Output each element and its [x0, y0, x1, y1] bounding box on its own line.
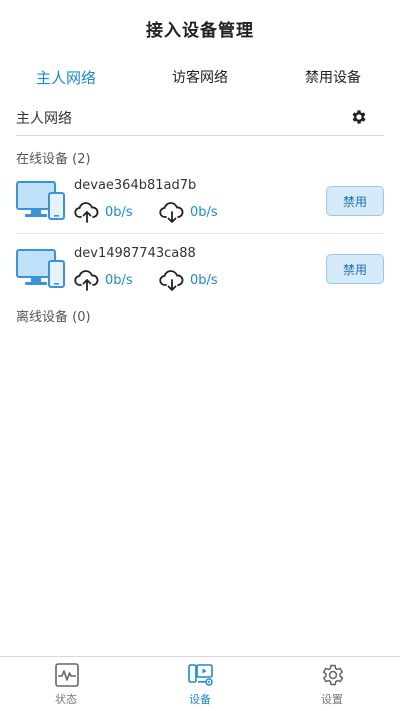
- network-row: 主人网络: [16, 100, 384, 136]
- settings-icon: [322, 664, 344, 686]
- device-row[interactable]: devae364b81ad7b 0b/s 0b/s 禁用: [16, 168, 384, 234]
- network-label: 主人网络: [16, 110, 72, 127]
- bottom-tab-bar: 状态 设备 设置: [0, 656, 400, 711]
- devices-icon: [188, 664, 213, 686]
- device-name: devae364b81ad7b: [74, 178, 197, 193]
- cloud-upload-icon: [74, 270, 99, 291]
- tabbar-label: 状态: [55, 693, 77, 706]
- cloud-download-icon: [159, 270, 184, 291]
- tabbar-item-settings[interactable]: 设置: [282, 657, 382, 711]
- block-device-button[interactable]: 禁用: [326, 186, 384, 216]
- tabbar-label: 设置: [321, 693, 343, 706]
- upload-speed-value: 0b/s: [105, 204, 133, 220]
- upload-speed: 0b/s: [74, 269, 133, 291]
- tabbar-item-devices[interactable]: 设备: [150, 657, 250, 711]
- download-speed-value: 0b/s: [190, 272, 218, 288]
- cloud-download-icon: [159, 202, 184, 223]
- computer-phone-icon: [16, 181, 65, 220]
- network-tabs: 主人网络 访客网络 禁用设备: [0, 56, 400, 98]
- tab-blocked-devices[interactable]: 禁用设备: [305, 56, 361, 98]
- download-speed: 0b/s: [159, 269, 218, 291]
- download-speed: 0b/s: [159, 201, 218, 223]
- tab-guest-network[interactable]: 访客网络: [172, 56, 228, 98]
- offline-devices-label: 离线设备 (0): [16, 310, 91, 325]
- device-name: dev14987743ca88: [74, 246, 196, 261]
- device-row[interactable]: dev14987743ca88 0b/s 0b/s 禁用: [16, 236, 384, 302]
- tabbar-item-status[interactable]: 状态: [16, 657, 116, 711]
- block-device-button[interactable]: 禁用: [326, 254, 384, 284]
- app-header: 接入设备管理: [0, 0, 400, 56]
- tabbar-label: 设备: [189, 693, 211, 706]
- computer-phone-icon: [16, 249, 65, 288]
- page-title: 接入设备管理: [146, 20, 254, 41]
- upload-speed-value: 0b/s: [105, 272, 133, 288]
- upload-speed: 0b/s: [74, 201, 133, 223]
- status-icon: [55, 663, 79, 687]
- download-speed-value: 0b/s: [190, 204, 218, 220]
- cloud-upload-icon: [74, 202, 99, 223]
- tab-host-network[interactable]: 主人网络: [36, 56, 96, 98]
- online-devices-label: 在线设备 (2): [16, 152, 91, 167]
- gear-icon[interactable]: [350, 108, 368, 126]
